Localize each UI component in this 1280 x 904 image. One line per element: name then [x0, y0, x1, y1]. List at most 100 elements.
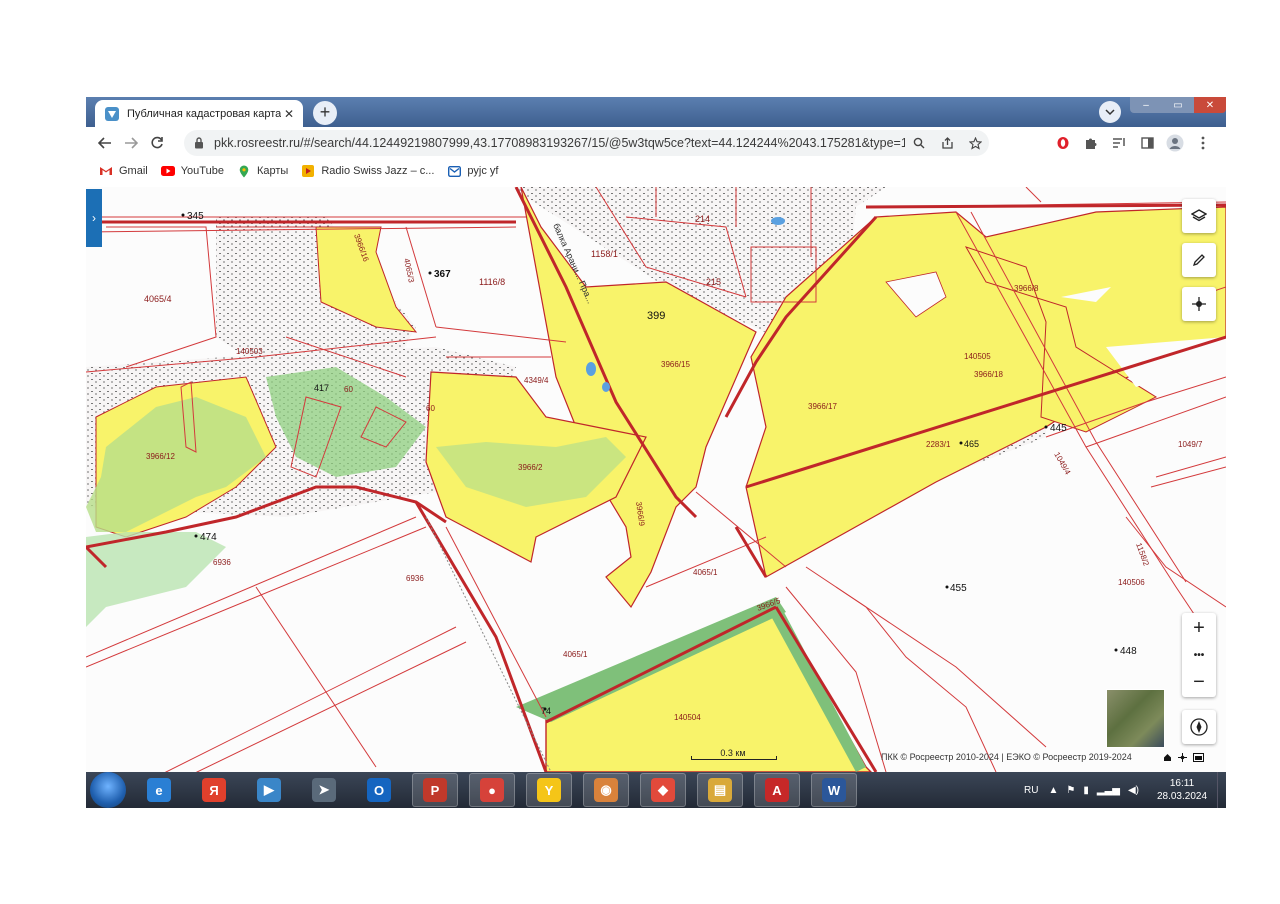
parcel-label: 3966/17: [808, 402, 837, 411]
taskbar-app-button[interactable]: W: [811, 773, 857, 807]
close-window-button[interactable]: ✕: [1194, 97, 1226, 113]
parcel-label: 3966/2: [518, 463, 543, 472]
water-body: [771, 217, 785, 225]
tab-close-icon[interactable]: ✕: [281, 107, 297, 121]
parcel-label: 448: [1120, 646, 1137, 657]
minimize-button[interactable]: –: [1130, 97, 1162, 113]
pdf-creator-icon: P: [423, 778, 447, 802]
taskbar-app-button[interactable]: ◉: [583, 773, 629, 807]
back-button[interactable]: [92, 130, 118, 156]
side-panel-icon[interactable]: [1133, 130, 1161, 156]
search-icon[interactable]: [905, 130, 933, 156]
system-tray: RU ▲ ⚑ ▮ ▂▃▅ ◀) 16:11 28.03.2024: [1024, 772, 1226, 808]
parcel-label: 140506: [1118, 578, 1145, 587]
windows-taskbar: e Я ▶ ➤ O P ● Y ◉ ◆ ▤ A W RU ▲ ⚑ ▮ ▂▃▅ ◀) 16:11 28.0…: [86, 772, 1226, 808]
reload-button[interactable]: [144, 130, 170, 156]
puzzle-extensions-icon[interactable]: [1077, 130, 1105, 156]
locate-small-icon[interactable]: [1178, 753, 1187, 762]
taskbar-app-button[interactable]: Я: [192, 774, 236, 806]
windows-start-button[interactable]: [90, 772, 126, 808]
parcel-label: 465: [964, 439, 979, 449]
lotus-app-icon: ◉: [594, 778, 618, 802]
chevron-down-icon: [1105, 109, 1115, 116]
zoom-out-button[interactable]: −: [1182, 667, 1216, 697]
taskbar-app-button[interactable]: ●: [469, 773, 515, 807]
parcel-label: 455: [950, 583, 967, 594]
parcel-label: 6936: [213, 558, 231, 567]
measure-button[interactable]: [1182, 243, 1216, 277]
gmail-icon: [99, 165, 113, 177]
parcel-label: 3966/12: [146, 452, 175, 461]
forward-button[interactable]: [118, 130, 144, 156]
new-tab-button[interactable]: +: [313, 101, 337, 125]
map-footer-icons: [1163, 753, 1204, 762]
bookmark-gmail[interactable]: Gmail: [99, 165, 148, 177]
signal-icon[interactable]: ▂▃▅: [1097, 785, 1120, 796]
parcel-label: 474: [200, 532, 217, 543]
taskbar-app-button[interactable]: A: [754, 773, 800, 807]
taskbar-app-button[interactable]: ◆: [640, 773, 686, 807]
tab-bar: Публичная кадастровая карта ✕ + – ▭ ✕: [86, 97, 1226, 127]
taskbar-app-button[interactable]: Y: [526, 773, 572, 807]
arrow-left-icon: [98, 136, 111, 149]
taskbar-app-button[interactable]: ➤: [302, 774, 346, 806]
language-indicator[interactable]: RU: [1024, 785, 1038, 796]
reload-icon: [151, 136, 163, 148]
bookmark-label: рујс yf: [467, 165, 499, 177]
parcel-label: 60: [344, 385, 353, 394]
rosreestr-favicon-icon: [105, 106, 119, 121]
compass-button[interactable]: [1182, 710, 1216, 744]
taskbar-app-button[interactable]: O: [357, 774, 401, 806]
tab-cadastral-map[interactable]: Публичная кадастровая карта ✕: [95, 100, 303, 127]
flag-icon[interactable]: ⚑: [1066, 785, 1075, 796]
zoom-more-button[interactable]: •••: [1182, 643, 1216, 667]
tab-title: Публичная кадастровая карта: [127, 107, 281, 120]
parcel-label: 4065/4: [144, 294, 172, 304]
maximize-button[interactable]: ▭: [1162, 97, 1194, 113]
profile-avatar-icon[interactable]: [1161, 130, 1189, 156]
menu-kebab-icon[interactable]: [1189, 130, 1217, 156]
reading-list-icon[interactable]: [1105, 130, 1133, 156]
taskbar-app-button[interactable]: e: [137, 774, 181, 806]
url-text[interactable]: pkk.rosreestr.ru/#/search/44.12449219807…: [214, 136, 905, 150]
zoom-controls: + ••• −: [1182, 613, 1216, 697]
locate-button[interactable]: [1182, 287, 1216, 321]
opera-vpn-icon[interactable]: [1049, 130, 1077, 156]
parcel-label: 4065/1: [693, 568, 718, 577]
taskbar-app-button[interactable]: P: [412, 773, 458, 807]
bookmark-star-icon[interactable]: [961, 130, 989, 156]
clock[interactable]: 16:11 28.03.2024: [1147, 777, 1217, 803]
share-icon[interactable]: [933, 130, 961, 156]
bookmark-label: Карты: [256, 165, 289, 177]
parcel-label: 1049/7: [1178, 440, 1203, 449]
parcel-label: 345: [187, 211, 204, 222]
anydesk-icon: ◆: [651, 778, 675, 802]
power-icon[interactable]: ▮: [1083, 785, 1089, 796]
clock-time: 16:11: [1169, 778, 1195, 789]
bookmark-youtube[interactable]: YouTube: [160, 165, 224, 177]
cadastral-map[interactable]: 345 367 4065/4 3966/16 4065/3 1116/8 214…: [86, 187, 1226, 772]
taskbar-app-button[interactable]: ▤: [697, 773, 743, 807]
tab-search-button[interactable]: [1099, 101, 1121, 123]
print-icon[interactable]: [1193, 753, 1204, 762]
bookmark-maps[interactable]: Карты: [237, 165, 288, 177]
bookmark-radio-swiss-jazz[interactable]: Radio Swiss Jazz – c...: [301, 165, 434, 177]
volume-icon[interactable]: ◀): [1128, 785, 1139, 796]
address-bar[interactable]: pkk.rosreestr.ru/#/search/44.12449219807…: [184, 130, 989, 156]
acrobat-icon: A: [765, 778, 789, 802]
tray-expand-icon[interactable]: ▲: [1049, 785, 1059, 796]
map-canvas[interactable]: 345 367 4065/4 3966/16 4065/3 1116/8 214…: [86, 187, 1226, 772]
ie-icon: e: [147, 778, 171, 802]
satellite-minimap[interactable]: [1106, 689, 1165, 748]
bookmark-mail[interactable]: рујс yf: [447, 165, 498, 177]
arrow-app-icon: ➤: [312, 778, 336, 802]
parcel-label: 140504: [674, 713, 701, 722]
home-icon[interactable]: [1163, 753, 1172, 762]
taskbar-apps: e Я ▶ ➤ O P ● Y ◉ ◆ ▤ A W: [126, 773, 857, 807]
show-desktop-button[interactable]: [1217, 772, 1226, 808]
taskbar-app-button[interactable]: ▶: [247, 774, 291, 806]
zoom-in-button[interactable]: +: [1182, 613, 1216, 643]
bookmark-label: Radio Swiss Jazz – c...: [321, 165, 435, 177]
layers-button[interactable]: [1182, 199, 1216, 233]
sidebar-toggle-button[interactable]: ›: [86, 189, 102, 247]
